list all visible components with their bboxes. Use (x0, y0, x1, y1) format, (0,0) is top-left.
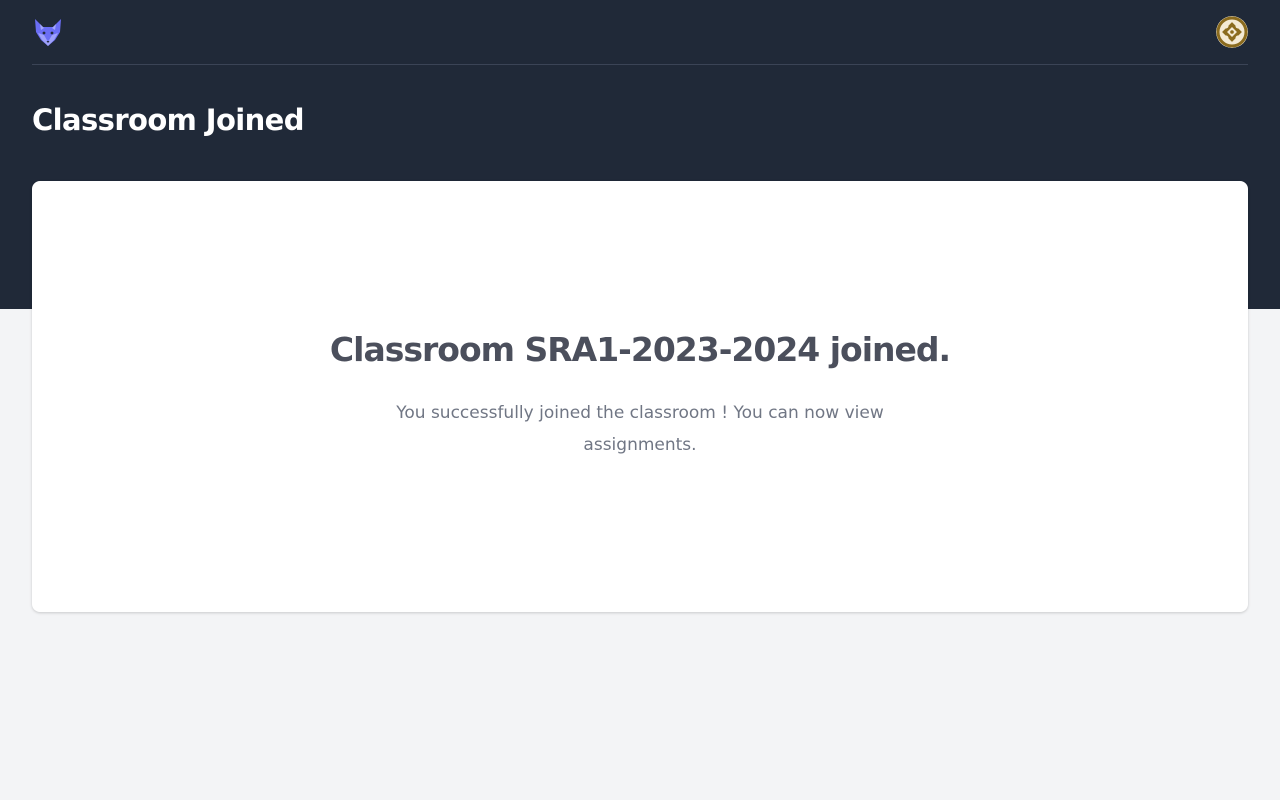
confirmation-card: Classroom SRA1-2023-2024 joined. You suc… (32, 181, 1248, 612)
confirmation-heading: Classroom SRA1-2023-2024 joined. (329, 330, 951, 369)
fox-logo-icon[interactable] (32, 16, 64, 48)
top-navbar (32, 0, 1248, 65)
confirmation-message: You successfully joined the classroom ! … (396, 403, 884, 455)
user-avatar-icon[interactable] (1216, 16, 1248, 48)
page-title: Classroom Joined (32, 103, 305, 137)
